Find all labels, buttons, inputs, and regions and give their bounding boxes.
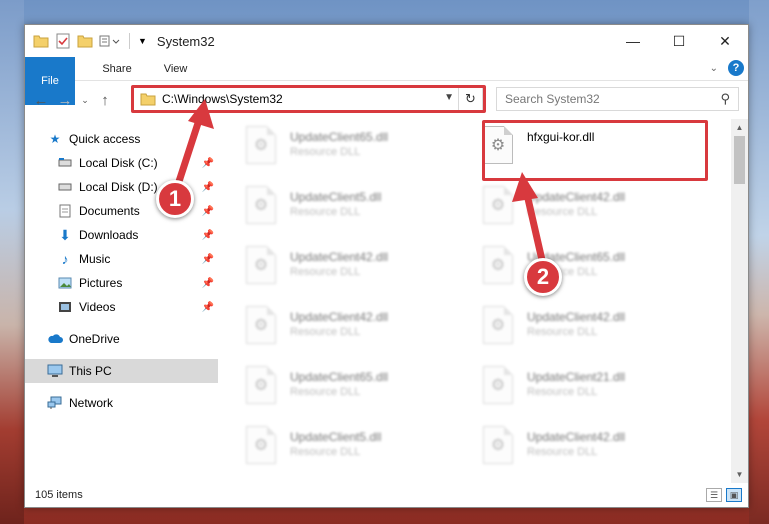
drive-icon (57, 155, 73, 171)
search-icon[interactable]: ⚲ (720, 91, 730, 107)
navigation-pane: ★ Quick access Local Disk (C:) 📌 Local D… (25, 119, 218, 483)
pictures-icon (57, 275, 73, 291)
file-highlight-box (482, 120, 708, 181)
dll-file-icon: ⚙ (246, 306, 276, 344)
dll-file-icon: ⚙ (246, 366, 276, 404)
downloads-icon: ⬇ (59, 226, 71, 243)
tab-share[interactable]: Share (86, 57, 147, 80)
dll-file-icon: ⚙ (483, 426, 513, 464)
documents-icon (57, 203, 73, 219)
up-arrow-icon[interactable]: ↑ (93, 92, 117, 109)
expand-ribbon-icon[interactable]: ⌄ (710, 63, 718, 74)
pin-icon: 📌 (201, 229, 214, 241)
computer-icon (47, 363, 63, 379)
pin-icon: 📌 (201, 253, 214, 265)
list-item[interactable]: ⚙ UpdateClient42.dll Resource DLL (218, 241, 448, 289)
dll-file-icon: ⚙ (483, 366, 513, 404)
list-item[interactable]: ⚙ UpdateClient42.dll Resource DLL (455, 301, 685, 349)
vertical-scrollbar[interactable]: ▲ ▼ (731, 119, 748, 483)
list-item[interactable]: ⚙ UpdateClient42.dll Resource DLL (455, 421, 685, 469)
step-2-badge: 2 (524, 258, 562, 296)
list-item[interactable]: ⚙ UpdateClient42.dll Resource DLL (455, 181, 685, 229)
toolbar-dropdown-icon[interactable]: ▼ (138, 36, 147, 46)
status-bar: 105 items ☰ ▣ (25, 483, 748, 507)
nav-music[interactable]: ♪ Music 📌 (25, 247, 218, 271)
details-view-icon[interactable]: ☰ (706, 488, 722, 502)
search-placeholder: Search System32 (505, 92, 600, 106)
pin-icon: 📌 (201, 181, 214, 193)
drive-icon (57, 179, 73, 195)
tab-view[interactable]: View (148, 57, 204, 80)
ribbon-tabs: File Home Share View ⌄ ? (25, 57, 748, 105)
help-icon[interactable]: ? (728, 60, 744, 76)
address-highlight-box (131, 85, 486, 113)
dll-file-icon: ⚙ (483, 246, 513, 284)
desktop-background-left (0, 0, 24, 524)
recent-locations-icon[interactable]: ⌄ (77, 95, 93, 106)
nav-network[interactable]: Network (25, 391, 218, 415)
dll-file-icon: ⚙ (483, 306, 513, 344)
dll-file-icon: ⚙ (246, 186, 276, 224)
dll-file-icon: ⚙ (246, 426, 276, 464)
new-folder-icon[interactable] (77, 34, 93, 48)
music-icon: ♪ (61, 251, 69, 267)
nav-this-pc[interactable]: This PC (25, 359, 218, 383)
search-box[interactable]: Search System32 ⚲ (496, 87, 739, 111)
pin-icon: 📌 (201, 277, 214, 289)
network-icon (47, 395, 63, 411)
scroll-down-icon[interactable]: ▼ (731, 466, 748, 483)
ribbon-right-controls: ⌄ ? (710, 60, 744, 76)
folder-icon (33, 35, 49, 48)
view-mode-buttons: ☰ ▣ (706, 488, 742, 502)
list-item[interactable]: ⚙ UpdateClient21.dll Resource DLL (455, 361, 685, 409)
nav-pictures[interactable]: Pictures 📌 (25, 271, 218, 295)
nav-videos[interactable]: Videos 📌 (25, 295, 218, 319)
dll-file-icon: ⚙ (483, 186, 513, 224)
back-arrow-icon[interactable]: ← (29, 92, 53, 109)
window-title: System32 (156, 33, 215, 49)
customize-toolbar-icon[interactable] (99, 34, 121, 48)
list-item[interactable]: ⚙ UpdateClient65.dll Resource DLL (218, 121, 448, 169)
title-bar: ▼ System32 — ☐ ✕ (25, 25, 748, 57)
desktop-background-right (749, 0, 769, 524)
pin-icon: 📌 (201, 157, 214, 169)
minimize-button[interactable]: — (610, 25, 656, 57)
item-count: 105 items (35, 489, 83, 501)
list-item[interactable]: ⚙ UpdateClient5.dll Resource DLL (218, 181, 448, 229)
properties-icon[interactable] (55, 33, 71, 49)
list-item[interactable]: ⚙ UpdateClient65.dll Resource DLL (218, 361, 448, 409)
dll-file-icon: ⚙ (246, 246, 276, 284)
list-item[interactable]: ⚙ UpdateClient65.dll Resource DLL (455, 241, 685, 289)
list-item[interactable]: ⚙ UpdateClient42.dll Resource DLL (218, 301, 448, 349)
dll-file-icon: ⚙ (246, 126, 276, 164)
forward-arrow-icon[interactable]: → (53, 92, 77, 109)
videos-icon (57, 299, 73, 315)
close-button[interactable]: ✕ (702, 25, 748, 57)
nav-onedrive[interactable]: OneDrive (25, 327, 218, 351)
navigation-bar: ← → ⌄ ↑ C:\Windows\System32 ▼ ↻ Search S… (25, 81, 748, 119)
file-explorer-window: ▼ System32 — ☐ ✕ File Home Share View ⌄ … (24, 24, 749, 508)
window-controls: — ☐ ✕ (610, 25, 748, 57)
star-icon: ★ (49, 132, 61, 146)
maximize-button[interactable]: ☐ (656, 25, 702, 57)
nav-quick-access[interactable]: ★ Quick access (25, 127, 218, 151)
nav-local-disk-c[interactable]: Local Disk (C:) 📌 (25, 151, 218, 175)
quick-access-toolbar: ▼ (25, 33, 147, 49)
scrollbar-thumb[interactable] (734, 136, 745, 184)
cloud-icon (47, 331, 63, 347)
list-item[interactable]: ⚙ UpdateClient5.dll Resource DLL (218, 421, 448, 469)
nav-downloads[interactable]: ⬇ Downloads 📌 (25, 223, 218, 247)
pin-icon: 📌 (201, 205, 214, 217)
toolbar-separator (129, 33, 130, 49)
scroll-up-icon[interactable]: ▲ (731, 119, 748, 136)
step-1-badge: 1 (156, 180, 194, 218)
pin-icon: 📌 (201, 301, 214, 313)
large-icons-view-icon[interactable]: ▣ (726, 488, 742, 502)
